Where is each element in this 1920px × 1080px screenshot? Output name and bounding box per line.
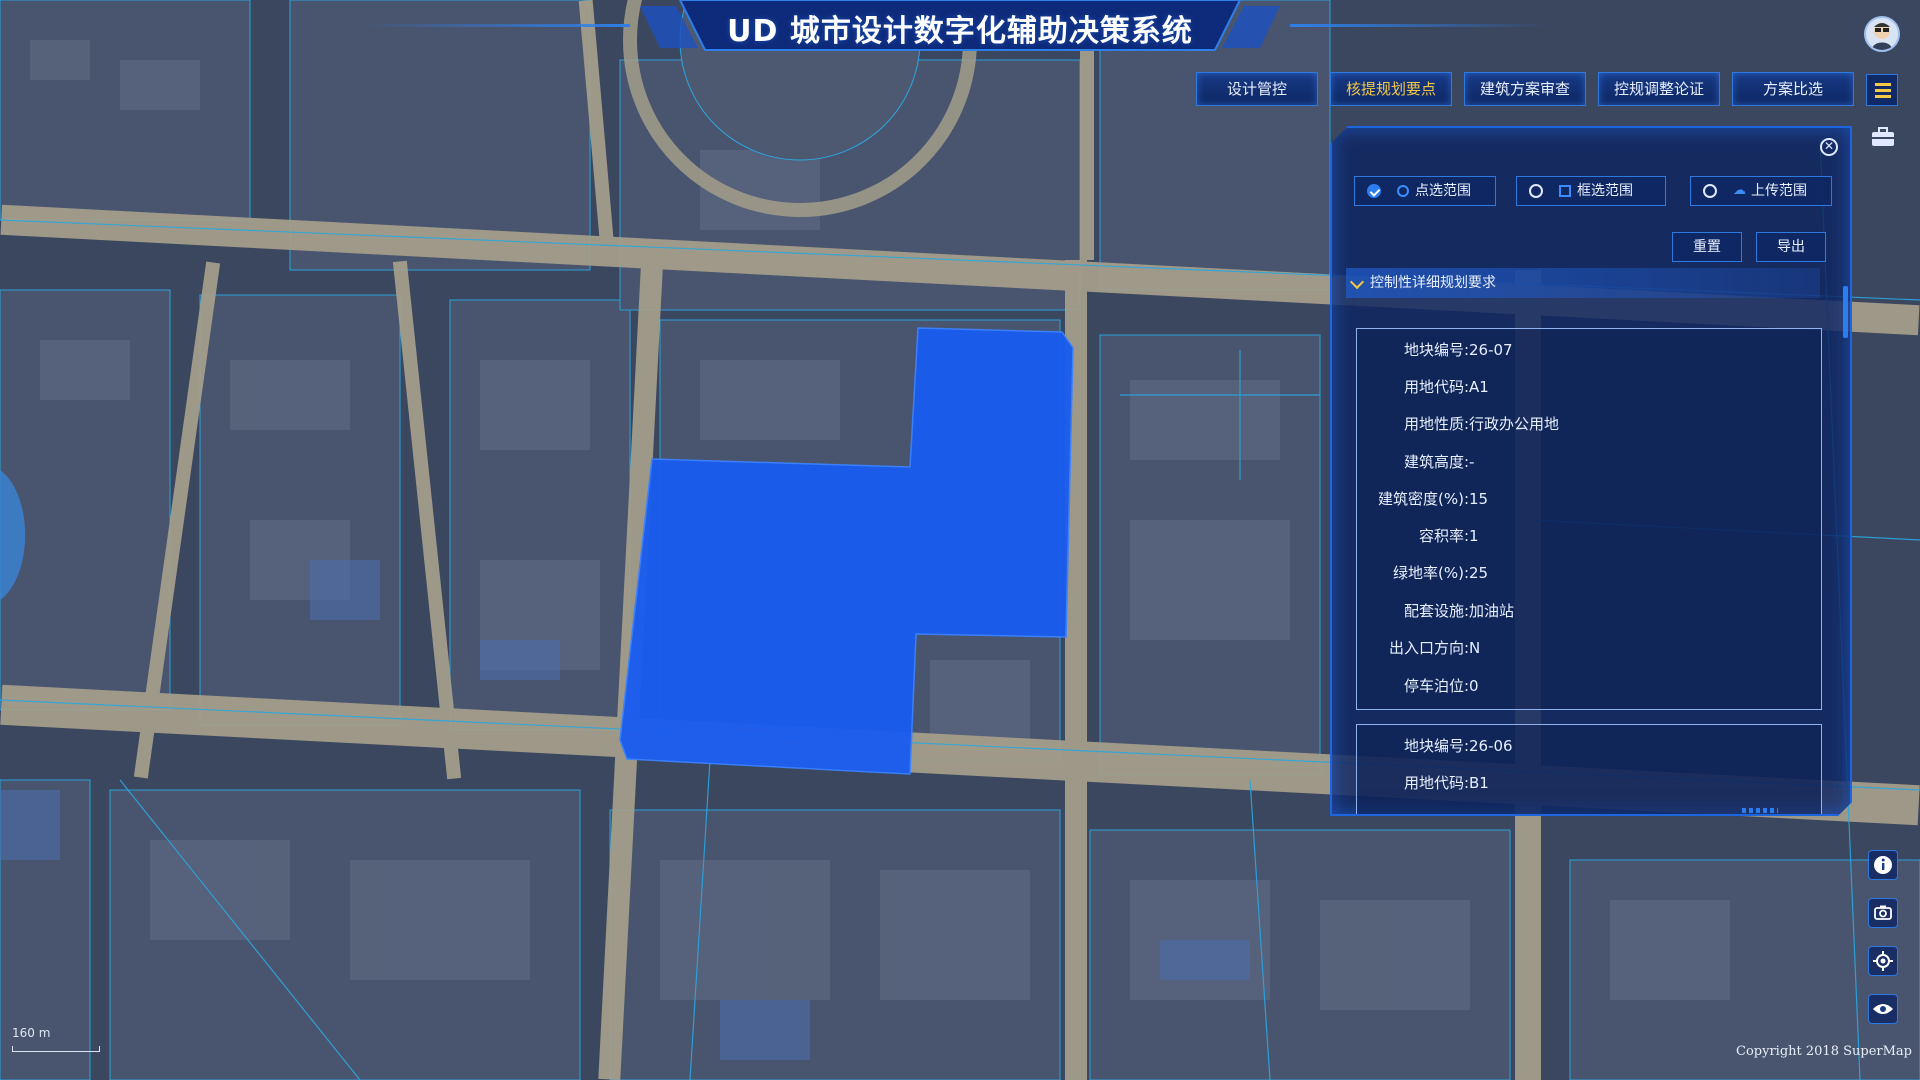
screenshot-button[interactable] <box>1868 898 1898 928</box>
row-key: 建筑高度: <box>1403 453 1469 471</box>
parcel-row: 容积率: 1 <box>1357 521 1821 551</box>
map-scale: 160 m <box>12 1026 102 1056</box>
section-header[interactable]: 控制性详细规划要求 <box>1346 268 1820 298</box>
box-select-icon <box>1559 185 1571 197</box>
row-value: A1 <box>1469 378 1489 396</box>
scale-label: 160 m <box>12 1026 51 1040</box>
row-value: 15 <box>1469 490 1489 508</box>
row-value: - <box>1469 453 1475 471</box>
row-key: 配套设施: <box>1403 602 1469 620</box>
row-key: 用地代码: <box>1403 378 1469 396</box>
info-icon <box>1874 856 1892 874</box>
row-value: B1 <box>1469 774 1489 792</box>
list-icon-line <box>1875 89 1891 92</box>
row-value: 25 <box>1469 564 1489 582</box>
title-banner: UD 城市设计数字化辅助决策系统 <box>640 0 1280 54</box>
parcel-row: 建筑高度: - <box>1357 447 1821 477</box>
info-button[interactable] <box>1868 850 1898 880</box>
row-value: 26-06 <box>1469 737 1513 755</box>
range-option-upload[interactable]: ☁ 上传范围 <box>1690 176 1832 206</box>
tab-regulation-adjustment[interactable]: 控规调整论证 <box>1598 72 1720 106</box>
range-option-label: 上传范围 <box>1751 183 1807 199</box>
range-option-point[interactable]: 点选范围 <box>1354 176 1496 206</box>
parcel-row: 用地代码: B1 <box>1357 768 1821 798</box>
eye-icon <box>1873 1004 1893 1014</box>
radio-icon <box>1703 184 1717 198</box>
row-key: 停车泊位: <box>1403 677 1469 695</box>
locate-icon <box>1873 951 1893 971</box>
row-value: 行政办公用地 <box>1469 415 1560 433</box>
row-value: 加油站 <box>1469 602 1515 620</box>
planning-panel: ✕ 点选范围 框选范围 ☁ 上传范围 重置 导出 控制性详细规划要求 地块编号:… <box>1330 126 1852 816</box>
range-option-label: 点选范围 <box>1415 183 1471 199</box>
row-value: 0 <box>1469 677 1479 695</box>
app-title: UD 城市设计数字化辅助决策系统 <box>727 14 1193 49</box>
tab-building-review[interactable]: 建筑方案审查 <box>1464 72 1586 106</box>
row-key: 出入口方向: <box>1388 639 1469 657</box>
row-key: 绿地率(%): <box>1392 564 1469 582</box>
locate-button[interactable] <box>1868 946 1898 976</box>
scrollbar[interactable] <box>1843 286 1848 338</box>
upload-icon: ☁ <box>1733 183 1746 198</box>
toolbox-icon[interactable] <box>1870 126 1896 148</box>
row-key: 用地性质: <box>1403 415 1469 433</box>
close-icon[interactable]: ✕ <box>1820 138 1838 156</box>
title-left-line <box>360 24 630 27</box>
parcel-row: 用地代码: A1 <box>1357 372 1821 402</box>
row-key: 用地代码: <box>1403 774 1469 792</box>
tab-check-planning-points[interactable]: 核提规划要点 <box>1330 72 1452 106</box>
row-value: N <box>1469 639 1481 657</box>
scale-bar <box>12 1046 100 1052</box>
chevron-down-icon <box>1350 275 1364 289</box>
copyright-text: Copyright 2018 SuperMap <box>1736 1044 1912 1059</box>
range-option-label: 框选范围 <box>1577 183 1633 199</box>
parcel-row: 地块编号: 26-06 <box>1357 731 1821 761</box>
range-option-box[interactable]: 框选范围 <box>1516 176 1666 206</box>
list-icon-line <box>1875 95 1891 98</box>
list-menu-button[interactable] <box>1866 74 1898 106</box>
row-key: 容积率: <box>1418 527 1469 545</box>
parcel-row: 建筑密度(%): 15 <box>1357 484 1821 514</box>
list-icon <box>1875 83 1891 86</box>
parcel-card: 地块编号: 26-07 用地代码: A1 用地性质: 行政办公用地 建筑高度: - 建筑… <box>1356 328 1822 710</box>
row-key: 地块编号: <box>1403 737 1469 755</box>
view-button[interactable] <box>1868 994 1898 1024</box>
point-select-icon <box>1397 185 1409 197</box>
camera-icon <box>1874 905 1892 920</box>
parcel-row: 绿地率(%): 25 <box>1357 558 1821 588</box>
parcel-row: 地块编号: 26-07 <box>1357 335 1821 365</box>
parcel-row: 用地性质: 行政办公用地 <box>1357 409 1821 439</box>
row-key: 建筑密度(%): <box>1377 490 1469 508</box>
panel-corner-decoration <box>1742 808 1778 813</box>
parcel-row: 配套设施: 加油站 <box>1357 596 1821 626</box>
row-value: 26-07 <box>1469 341 1513 359</box>
parcel-card: 地块编号: 26-06 用地代码: B1 <box>1356 724 1822 814</box>
radio-checked-icon <box>1367 184 1381 198</box>
reset-button[interactable]: 重置 <box>1672 232 1742 262</box>
row-key: 地块编号: <box>1403 341 1469 359</box>
row-value: 1 <box>1469 527 1479 545</box>
section-title: 控制性详细规划要求 <box>1370 275 1496 291</box>
user-avatar[interactable] <box>1864 16 1900 52</box>
parcel-row: 出入口方向: N <box>1357 633 1821 663</box>
radio-icon <box>1529 184 1543 198</box>
tab-design-control[interactable]: 设计管控 <box>1196 72 1318 106</box>
export-button[interactable]: 导出 <box>1756 232 1826 262</box>
parcel-row: 停车泊位: 0 <box>1357 671 1821 701</box>
tab-scheme-compare[interactable]: 方案比选 <box>1732 72 1854 106</box>
title-right-line <box>1290 24 1550 27</box>
